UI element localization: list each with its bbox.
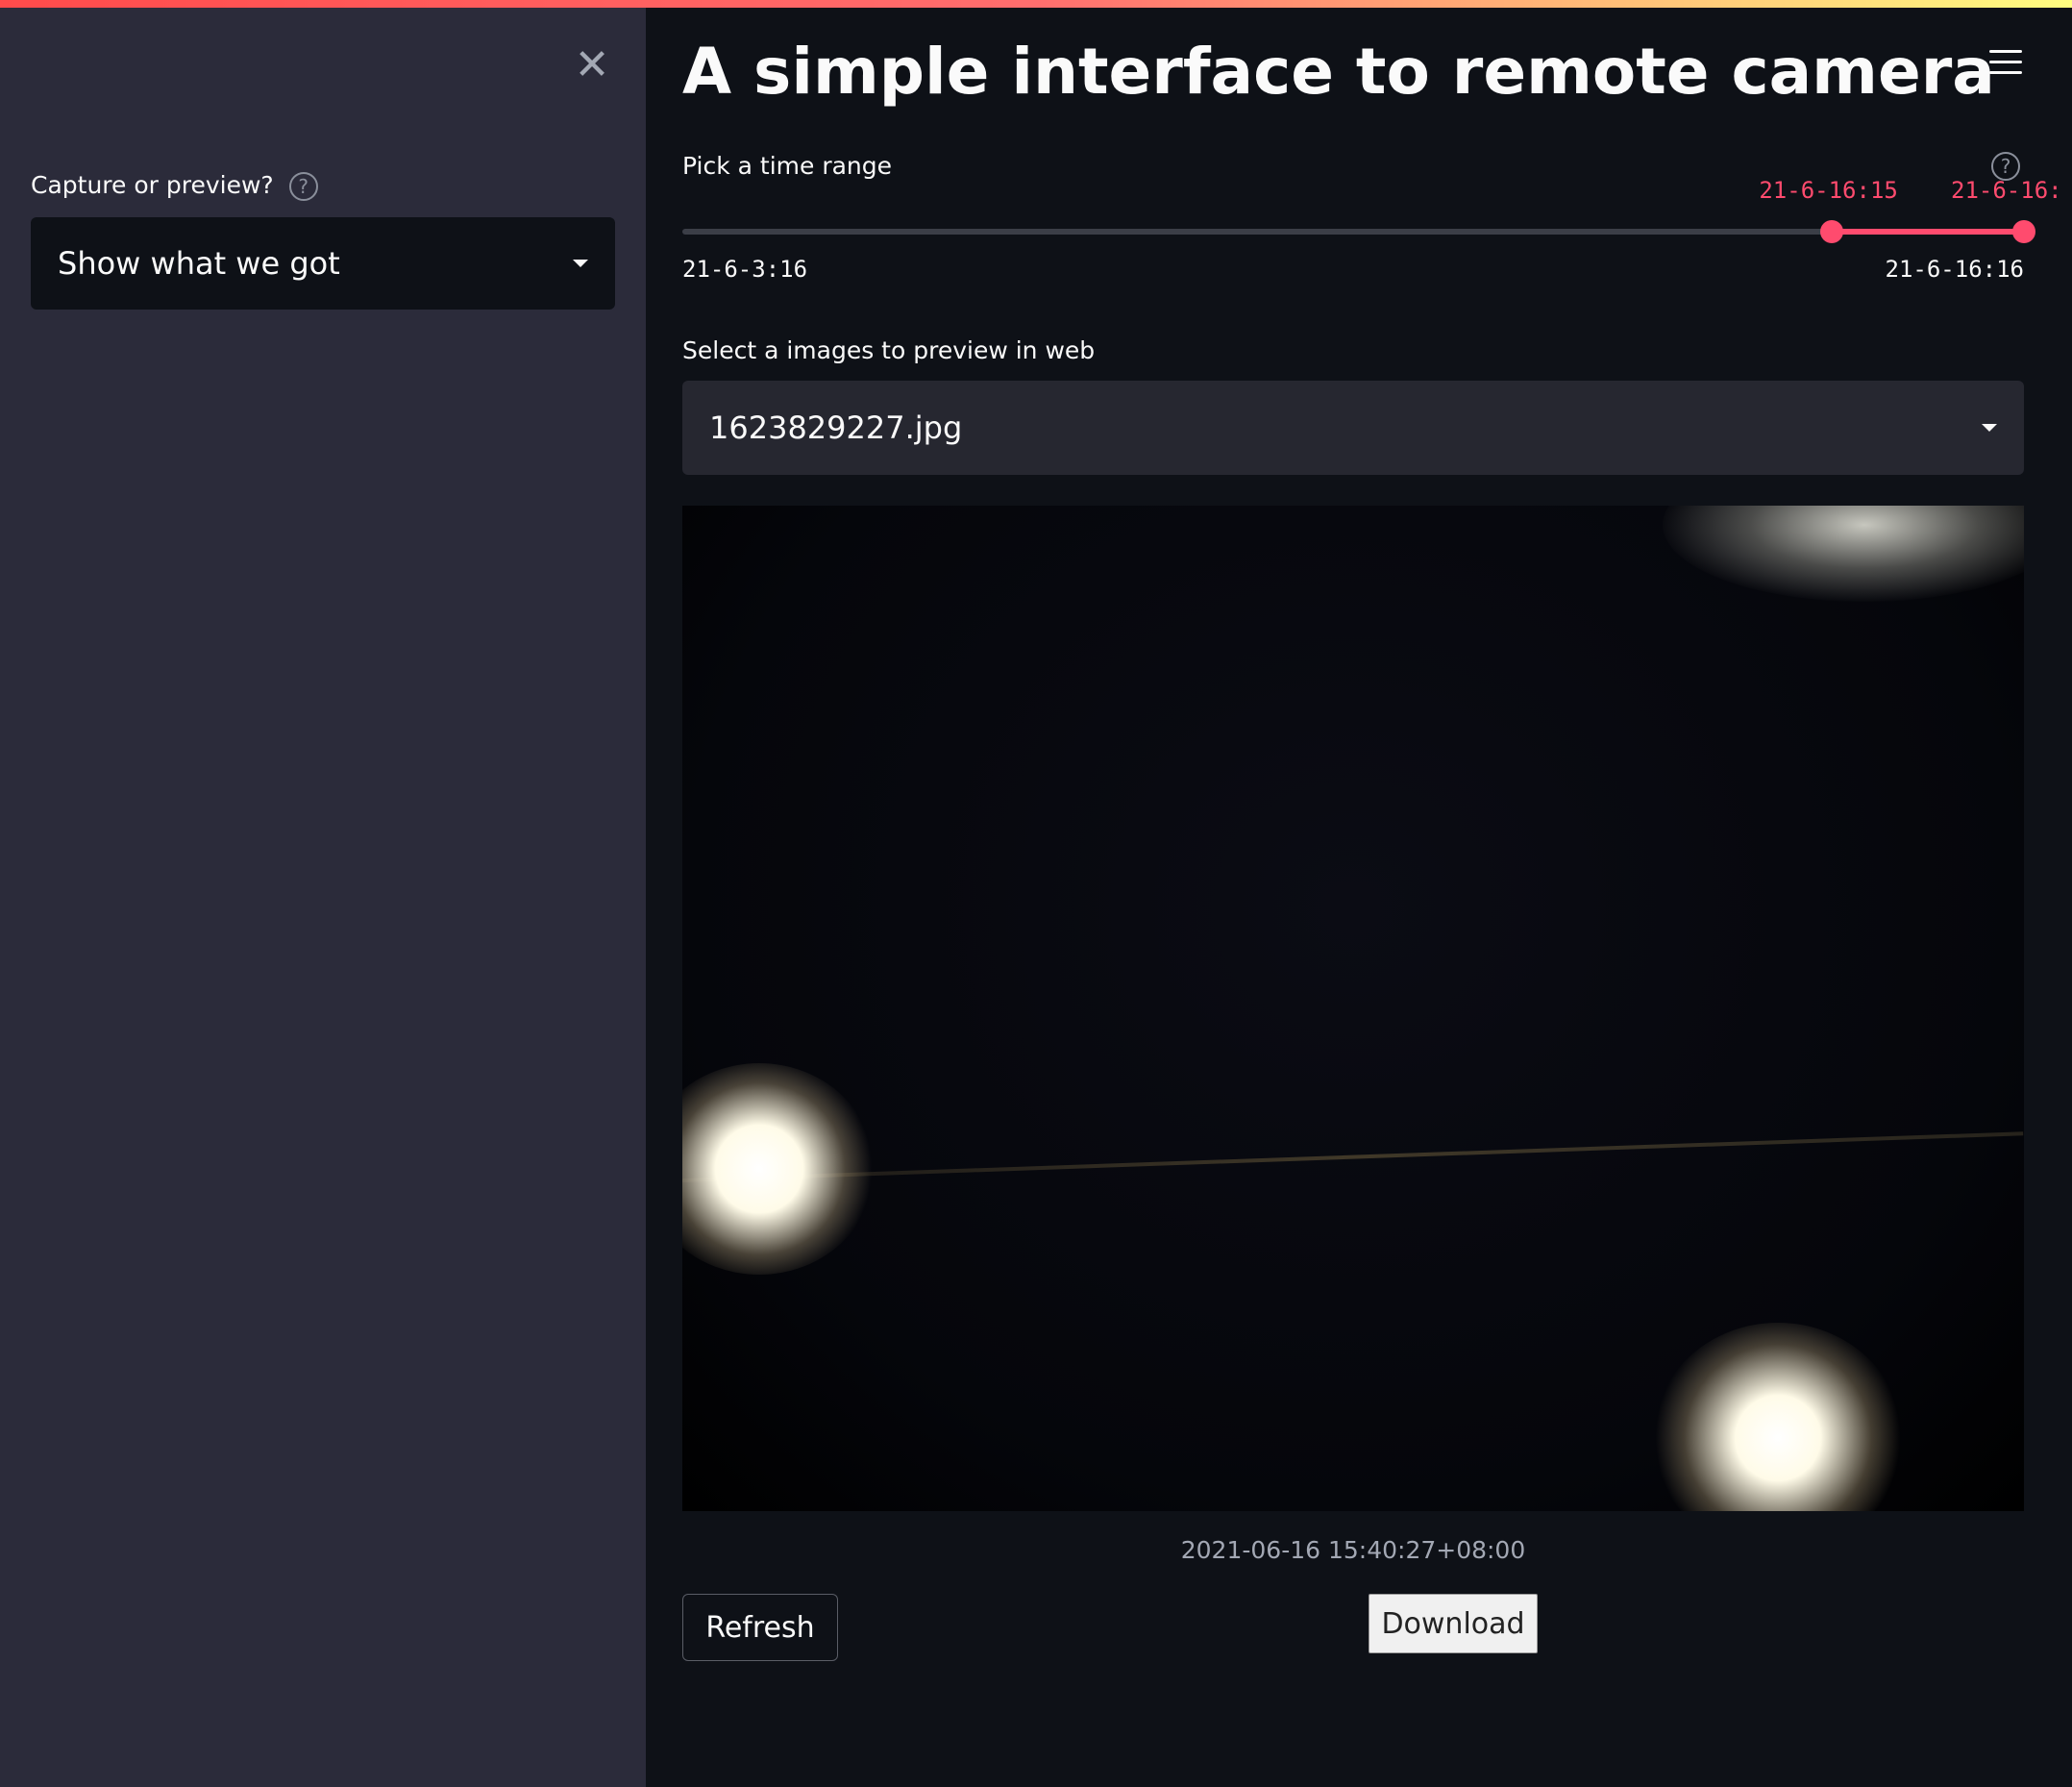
image-select-value: 1623829227.jpg xyxy=(709,410,963,446)
slider-high-handle[interactable] xyxy=(2012,220,2035,243)
sidebar: ✕ Capture or preview?? Show what we got xyxy=(0,8,646,1787)
download-button[interactable]: Download xyxy=(1369,1594,1538,1653)
slider-low-handle[interactable] xyxy=(1820,220,1844,243)
chevron-down-icon xyxy=(1982,424,1997,432)
chevron-down-icon xyxy=(573,260,588,267)
low-thumb-value: 21-6-16:15 xyxy=(1759,177,1898,204)
image-timestamp: 2021-06-16 15:40:27+08:00 xyxy=(1180,1536,1526,1564)
time-range-label: Pick a time range xyxy=(682,152,893,180)
light-glare xyxy=(682,1063,875,1275)
image-select-label: Select a images to preview in web xyxy=(682,336,1096,364)
slider-max-label: 21-6-16:16 xyxy=(1885,256,2025,283)
time-range-slider[interactable] xyxy=(682,220,2035,243)
light-glare xyxy=(1653,1323,1903,1511)
help-icon[interactable]: ? xyxy=(288,172,318,201)
capture-or-preview-label-text: Capture or preview? xyxy=(31,171,274,199)
menu-icon[interactable] xyxy=(1989,50,2022,79)
image-select[interactable]: 1623829227.jpg xyxy=(682,381,2024,475)
mode-select[interactable]: Show what we got xyxy=(31,217,615,310)
top-decoration-bar xyxy=(0,0,2072,8)
slider-min-label: 21-6-3:16 xyxy=(682,256,808,283)
main-content: A simple interface to remote camera Pick… xyxy=(646,8,2072,1787)
mode-select-value: Show what we got xyxy=(58,245,340,282)
slider-selected-range xyxy=(1832,229,2024,235)
high-thumb-value: 21-6-16: xyxy=(1951,177,2062,204)
page-title: A simple interface to remote camera xyxy=(682,35,1995,109)
camera-preview-image xyxy=(682,506,2024,1511)
rail-line xyxy=(682,1131,2024,1182)
close-sidebar-icon[interactable]: ✕ xyxy=(569,42,615,88)
capture-or-preview-label: Capture or preview?? xyxy=(31,171,318,201)
light-glare xyxy=(1663,506,2024,602)
refresh-button[interactable]: Refresh xyxy=(682,1594,838,1661)
